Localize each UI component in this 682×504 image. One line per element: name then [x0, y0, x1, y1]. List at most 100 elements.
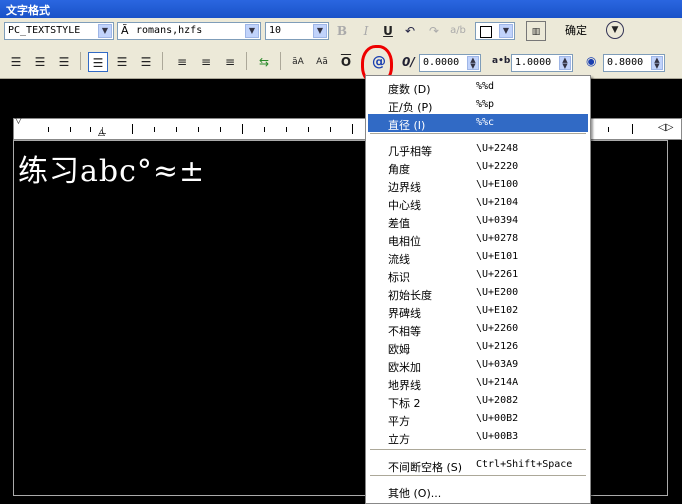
chevron-down-icon[interactable]: ▼: [499, 24, 513, 38]
spinner-icon[interactable]: ▲ ▼: [559, 56, 571, 70]
menu-item-label: 直径 (I): [388, 119, 426, 132]
ruler-icon[interactable]: ▥: [526, 21, 546, 41]
menu-item[interactable]: 界碑线 \U+E102: [368, 302, 588, 320]
menu-item-label: 初始长度: [388, 289, 432, 302]
stack-icon[interactable]: a/b: [448, 21, 468, 41]
spinner-icon[interactable]: ▲ ▼: [467, 56, 479, 70]
menu-item[interactable]: 电相位 \U+0278: [368, 230, 588, 248]
menu-item[interactable]: 立方 \U+00B3: [368, 428, 588, 446]
lowercase-icon[interactable]: Aã: [312, 52, 332, 72]
bullets-icon[interactable]: ≡: [196, 52, 216, 72]
menu-item[interactable]: 差值 \U+0394: [368, 212, 588, 230]
menu-item-code: Ctrl+Shift+Space: [476, 459, 573, 470]
menu-item-label: 度数 (D): [388, 83, 431, 96]
menu-item-label: 地界线: [388, 379, 421, 392]
tracking-value: 1.0000: [515, 57, 552, 68]
menu-item-code: \U+2126: [476, 341, 519, 352]
bold-button[interactable]: B: [332, 21, 352, 41]
menu-item[interactable]: 标识 \U+2261: [368, 266, 588, 284]
align-left-icon[interactable]: ☰: [6, 52, 26, 72]
underline-button[interactable]: U: [378, 21, 398, 41]
menu-item[interactable]: 地界线 \U+214A: [368, 374, 588, 392]
overline-icon[interactable]: O: [336, 52, 356, 72]
tracking-input[interactable]: 1.0000 ▲ ▼: [511, 54, 573, 72]
chevron-down-icon[interactable]: ▼: [313, 24, 327, 38]
align-right-icon[interactable]: ☰: [54, 52, 74, 72]
menu-item[interactable]: 中心线 \U+2104: [368, 194, 588, 212]
ruler-marker-icon[interactable]: △: [98, 128, 105, 138]
font-combo[interactable]: romans,hzfs Ã ▼: [117, 22, 261, 40]
menu-item-label: 中心线: [388, 199, 421, 212]
menu-item-code: \U+E100: [476, 179, 519, 190]
editor-text[interactable]: 练习abc°≈±: [18, 146, 205, 190]
oblique-angle-value: 0.0000: [423, 57, 460, 68]
justify-top-icon[interactable]: ☰: [88, 52, 108, 72]
text-height-combo[interactable]: 10 ▼: [265, 22, 329, 40]
ok-button[interactable]: 确定: [556, 21, 596, 41]
menu-item-code: \U+E101: [476, 251, 519, 262]
menu-item-code: \U+2104: [476, 197, 519, 208]
insert-field-icon[interactable]: ⇆: [254, 52, 274, 72]
text-style-combo[interactable]: PC_TEXTSTYLE ▼: [4, 22, 114, 40]
menu-item-label: 流线: [388, 253, 410, 266]
menu-item[interactable]: 边界线 \U+E100: [368, 176, 588, 194]
menu-item[interactable]: 初始长度 \U+E200: [368, 284, 588, 302]
menu-item-code: %%p: [476, 99, 495, 110]
menu-item[interactable]: 不相等 \U+2260: [368, 320, 588, 338]
menu-item-label: 其他 (O)...: [388, 487, 442, 500]
menu-item-code: \U+2220: [476, 161, 519, 172]
title-bar: 文字格式: [0, 0, 682, 18]
menu-item[interactable]: 平方 \U+00B2: [368, 410, 588, 428]
redo-icon[interactable]: ↷: [424, 21, 444, 41]
menu-item[interactable]: 其他 (O)...: [368, 482, 588, 500]
menu-item-code: %%c: [476, 117, 495, 128]
oblique-angle-input[interactable]: 0.0000 ▲ ▼: [419, 54, 481, 72]
menu-item-code: \U+E102: [476, 305, 519, 316]
menu-item-label: 欧米加: [388, 361, 421, 374]
menu-item[interactable]: 几乎相等 \U+2248: [368, 140, 588, 158]
menu-item-label: 电相位: [388, 235, 421, 248]
menu-item[interactable]: 不间断空格 (S) Ctrl+Shift+Space: [368, 456, 588, 474]
menu-item-label: 立方: [388, 433, 410, 446]
menu-item[interactable]: 下标 2 \U+2082: [368, 392, 588, 410]
text-style-value: PC_TEXTSTYLE: [8, 25, 81, 36]
menu-item-code: \U+0394: [476, 215, 519, 226]
ruler-indent-icon[interactable]: ▽: [15, 116, 22, 126]
menu-item[interactable]: 正/负 (P) %%p: [368, 96, 588, 114]
menu-item-code: \U+2260: [476, 323, 519, 334]
font-value: romans,hzfs: [136, 25, 203, 36]
justify-bottom-icon[interactable]: ☰: [136, 52, 156, 72]
undo-icon[interactable]: ↶: [400, 21, 420, 41]
oblique-angle-icon: 0/: [402, 55, 415, 69]
align-center-icon[interactable]: ☰: [30, 52, 50, 72]
menu-item[interactable]: 角度 \U+2220: [368, 158, 588, 176]
menu-item-code: \U+E200: [476, 287, 519, 298]
text-format-toolbar: PC_TEXTSTYLE ▼ romans,hzfs Ã ▼ 10 ▼ B I …: [0, 18, 682, 79]
menu-item[interactable]: 欧姆 \U+2126: [368, 338, 588, 356]
symbol-menu: 度数 (D) %%d 正/负 (P) %%p 直径 (I) %%c 几乎相等 \U+2248 角…: [365, 75, 591, 504]
numbering-icon[interactable]: ≡: [172, 52, 192, 72]
menu-item[interactable]: 度数 (D) %%d: [368, 78, 588, 96]
menu-item[interactable]: 欧米加 \U+03A9: [368, 356, 588, 374]
menu-item[interactable]: 流线 \U+E101: [368, 248, 588, 266]
italic-button[interactable]: I: [356, 21, 376, 41]
text-height-value: 10: [269, 25, 282, 36]
menu-item-label: 差值: [388, 217, 410, 230]
justify-middle-icon[interactable]: ☰: [112, 52, 132, 72]
options-icon[interactable]: ▼: [606, 21, 624, 39]
ruler-resize-icon[interactable]: ◁▷: [658, 122, 673, 133]
menu-item-label: 标识: [388, 271, 410, 284]
color-combo[interactable]: ▼: [475, 22, 515, 40]
lettering-icon[interactable]: ≡: [220, 52, 240, 72]
width-factor-icon: ◉: [586, 54, 597, 68]
uppercase-icon[interactable]: ãA: [288, 52, 308, 72]
menu-item-label: 不相等: [388, 325, 421, 338]
width-factor-input[interactable]: 0.8000 ▲ ▼: [603, 54, 665, 72]
menu-item[interactable]: 直径 (I) %%c: [368, 114, 588, 132]
menu-separator: [370, 133, 586, 134]
menu-item-label: 欧姆: [388, 343, 410, 356]
menu-item-label: 角度: [388, 163, 410, 176]
spinner-icon[interactable]: ▲ ▼: [651, 56, 663, 70]
chevron-down-icon[interactable]: ▼: [245, 24, 259, 38]
chevron-down-icon[interactable]: ▼: [98, 24, 112, 38]
